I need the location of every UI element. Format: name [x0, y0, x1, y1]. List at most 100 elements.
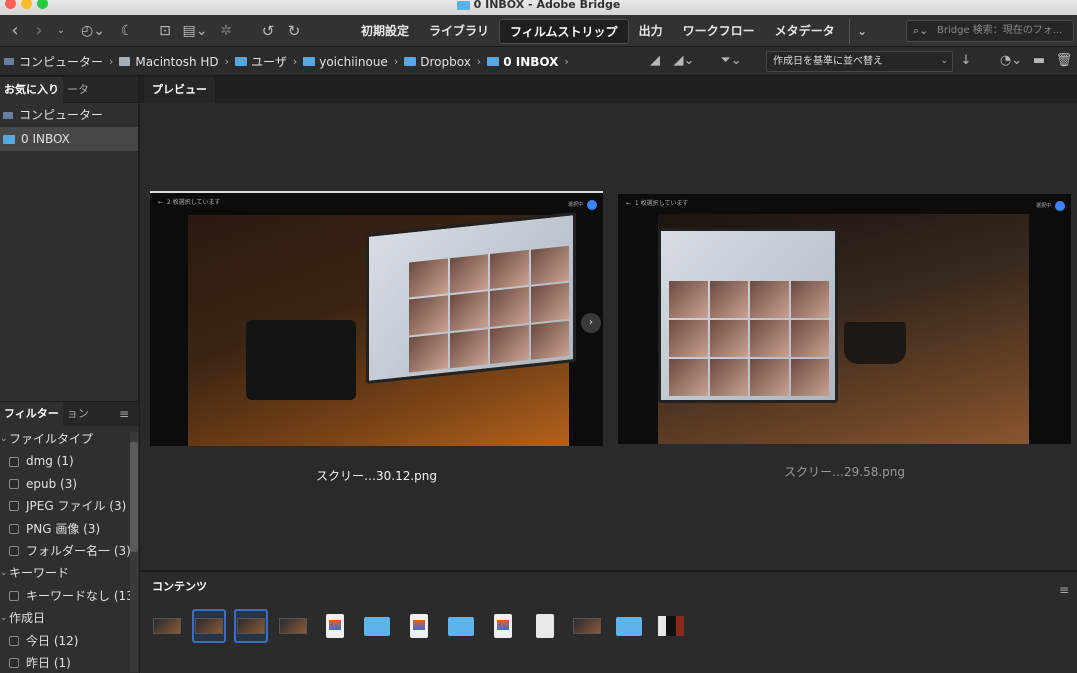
image-caption-1[interactable]: スクリー…30.12.png — [150, 467, 603, 484]
filter-checkbox[interactable] — [9, 478, 19, 489]
image-icon — [237, 618, 265, 634]
filter-category[interactable]: ⌄ ファイルタイプ — [0, 428, 139, 450]
rotate-left-icon[interactable]: ↺ — [258, 19, 278, 43]
filter-panel-tabs: フィルター ョン ≡ — [0, 402, 139, 426]
image-thumbnail[interactable] — [570, 609, 604, 643]
filter-item[interactable]: フォルダー名一 (3) — [0, 540, 139, 562]
filter-checkbox[interactable] — [9, 456, 19, 467]
filter-item[interactable]: キーワードなし (13) — [0, 585, 139, 607]
filter-checkbox[interactable] — [9, 523, 19, 534]
forward-icon[interactable]: › — [30, 19, 48, 43]
search-input[interactable]: ⌕⌄ Bridge 検索：現在のフォ... — [906, 20, 1074, 42]
tab-library[interactable]: ライブラリ — [419, 19, 499, 44]
filter-item[interactable]: dmg (1) — [0, 450, 139, 472]
new-folder-icon[interactable]: ▬ — [1030, 50, 1048, 72]
tab-output[interactable]: 出力 — [629, 19, 673, 44]
check-icon — [587, 200, 597, 210]
folder-thumbnail[interactable] — [444, 609, 478, 643]
image-thumbnail[interactable] — [276, 609, 310, 643]
disclosure-icon[interactable]: ⌄ — [0, 428, 8, 450]
file-thumbnail[interactable] — [528, 609, 562, 643]
workspace-more-chevron-icon[interactable]: ⌄ — [848, 19, 875, 44]
chevron-right-icon[interactable]: › — [225, 55, 229, 68]
image-caption-2[interactable]: スクリー…29.58.png — [618, 463, 1071, 480]
minimize-window-button[interactable] — [21, 0, 32, 9]
tab-collections[interactable]: ョン — [63, 402, 93, 426]
filter-item[interactable]: 昨日 (1) — [0, 652, 139, 673]
camera-icon[interactable]: ⊡ — [154, 19, 176, 43]
chevron-right-icon[interactable]: › — [477, 55, 481, 68]
breadcrumb-macintosh-hd[interactable]: Macintosh HD — [119, 55, 219, 69]
chevron-right-icon[interactable]: › — [564, 55, 568, 68]
filter-checkbox[interactable] — [9, 658, 19, 669]
close-window-button[interactable] — [5, 0, 16, 9]
thumbnail-quality-icon[interactable]: ◢⌄ — [670, 50, 698, 72]
tab-filter[interactable]: フィルター — [0, 402, 63, 426]
folder-icon — [456, 0, 470, 10]
tab-folders[interactable]: ータ — [63, 77, 93, 103]
recent-history-icon[interactable]: ◴⌄ — [78, 19, 108, 43]
tab-workflow[interactable]: ワークフロー — [673, 19, 765, 44]
app-toolbar: ‹ › ⌄ ◴⌄ ☾ ⊡ ▤⌄ ✲ ↺ ↻ 初期設定 ライブラリ フィルムストリ… — [0, 15, 1077, 47]
filter-item[interactable]: JPEG ファイル (3) — [0, 495, 139, 517]
filter-icon[interactable]: ⏷⌄ — [716, 50, 746, 72]
next-arrow-icon[interactable]: › — [581, 313, 601, 333]
tab-preview[interactable]: プレビュー — [144, 77, 216, 103]
tab-favorites[interactable]: お気に入り — [0, 77, 63, 103]
folder-icon — [616, 616, 642, 636]
disclosure-icon[interactable]: ⌄ — [0, 607, 8, 629]
image-thumbnail[interactable] — [150, 609, 184, 643]
refine-icon[interactable]: ▤⌄ — [180, 19, 210, 43]
document-thumbnail[interactable] — [318, 609, 352, 643]
filter-item[interactable]: epub (3) — [0, 473, 139, 495]
window-title: 0 INBOX - Adobe Bridge — [473, 0, 621, 11]
image-thumbnail[interactable] — [654, 609, 688, 643]
breadcrumb-computer[interactable]: コンピューター — [4, 53, 103, 70]
breadcrumb-dropbox[interactable]: Dropbox — [404, 55, 471, 69]
filter-scrollbar[interactable] — [130, 432, 138, 672]
chevron-right-icon[interactable]: › — [293, 55, 297, 68]
breadcrumb-user-home[interactable]: yoichiinoue — [303, 55, 388, 69]
filter-category[interactable]: ⌄ キーワード — [0, 562, 139, 584]
filter-checkbox[interactable] — [9, 635, 19, 646]
filter-scrollbar-thumb[interactable] — [130, 442, 138, 552]
sync-icon[interactable]: ✲ — [216, 19, 236, 43]
preview-image-2[interactable]: ← 1 枚選択しています 選択中 — [618, 194, 1071, 444]
chevron-right-icon[interactable]: › — [394, 55, 398, 68]
tab-default[interactable]: 初期設定 — [351, 19, 419, 44]
folder-thumbnail[interactable] — [612, 609, 646, 643]
folder-thumbnail[interactable] — [360, 609, 394, 643]
sort-select[interactable]: 作成日を基準に並べ替え ⌄ — [766, 51, 953, 72]
sort-direction-icon[interactable]: ↓ — [958, 50, 974, 72]
filter-item[interactable]: PNG 画像 (3) — [0, 518, 139, 540]
image-thumbnail[interactable] — [234, 609, 268, 643]
filter-category[interactable]: ⌄ 作成日 — [0, 607, 139, 629]
return-icon[interactable]: ☾ — [118, 19, 136, 43]
chevron-down-icon[interactable]: ⌄ — [54, 19, 68, 43]
preview-image-1[interactable]: ← 2 枚選択しています 選択中 › — [150, 191, 603, 446]
disclosure-icon[interactable]: ⌄ — [0, 562, 8, 584]
panel-menu-icon[interactable]: ≡ — [1059, 578, 1069, 602]
filter-checkbox[interactable] — [9, 501, 19, 512]
trash-icon[interactable]: 🗑 — [1055, 50, 1073, 72]
favorite-computer[interactable]: コンピューター — [0, 103, 138, 127]
breadcrumb-inbox[interactable]: 0 INBOX — [487, 55, 558, 69]
tab-metadata[interactable]: メタデータ — [765, 19, 845, 44]
breadcrumb-users[interactable]: ユーザ — [235, 53, 287, 70]
quality-icon[interactable]: ◢ — [646, 50, 664, 72]
tab-content[interactable]: コンテンツ — [144, 575, 215, 599]
filter-checkbox[interactable] — [9, 546, 19, 557]
chevron-right-icon[interactable]: › — [109, 55, 113, 68]
document-thumbnail[interactable] — [486, 609, 520, 643]
zoom-window-button[interactable] — [37, 0, 48, 9]
image-thumbnail[interactable] — [192, 609, 226, 643]
back-icon[interactable]: ‹ — [6, 19, 24, 43]
favorite-inbox[interactable]: 0 INBOX — [0, 127, 138, 151]
panel-menu-icon[interactable]: ≡ — [119, 402, 129, 426]
tab-filmstrip[interactable]: フィルムストリップ — [499, 19, 629, 44]
filter-item[interactable]: 今日 (12) — [0, 630, 139, 652]
rotate-right-icon[interactable]: ↻ — [284, 19, 304, 43]
open-recent-icon[interactable]: ◔⌄ — [996, 50, 1026, 72]
document-thumbnail[interactable] — [402, 609, 436, 643]
filter-checkbox[interactable] — [9, 590, 19, 601]
